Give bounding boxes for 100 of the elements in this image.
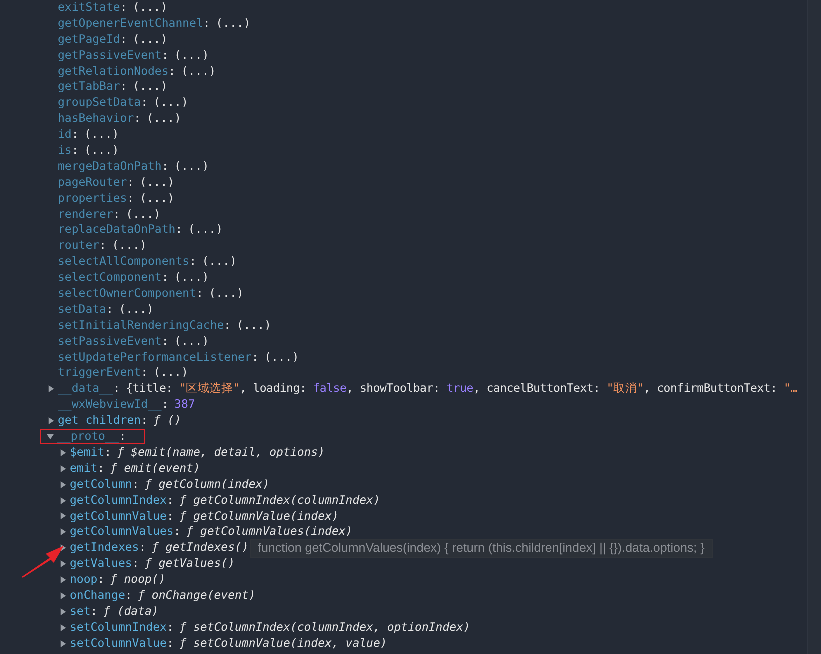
property-name[interactable]: setInitialRenderingCache [58,318,224,334]
property-value[interactable]: (...) [154,365,188,382]
property-value[interactable]: (...) [84,143,120,159]
property-name[interactable]: replaceDataOnPath [58,222,176,238]
property-value[interactable]: (...) [126,206,161,222]
separator: : [100,238,106,254]
property-name[interactable]: selectComponent [58,270,162,286]
expand-arrow-icon[interactable] [48,385,55,394]
property-name[interactable]: hasBehavior [58,111,134,128]
separator: : [190,254,196,270]
property-name[interactable]: get children [58,413,142,430]
separator: : [119,429,126,445]
expand-arrow-icon[interactable] [60,624,67,632]
property-name[interactable]: noop [70,572,98,588]
separator: : [132,476,140,493]
expand-arrow-icon[interactable] [60,592,67,600]
property-name[interactable]: getRelationNodes [58,64,169,80]
property-name[interactable]: setData [58,302,106,318]
property-name[interactable]: renderer [58,206,114,222]
property-name[interactable]: onChange [70,588,126,604]
property-value[interactable]: (...) [174,334,210,350]
property-name[interactable]: getColumnValue [70,508,167,524]
property-name[interactable]: selectOwnerComponent [58,286,196,302]
property-value[interactable]: (...) [236,318,272,334]
expand-arrow-icon[interactable] [60,512,67,520]
function-signature: ƒ getColumnValue(index) [180,508,339,524]
property-name[interactable]: __proto__ [57,429,120,445]
property-name[interactable]: emit [70,460,98,477]
property-name[interactable]: __data__ [58,381,114,398]
expand-arrow-icon[interactable] [60,496,67,505]
property-value[interactable]: (...) [174,158,210,175]
separator: : [141,365,148,382]
property-value[interactable]: (...) [133,79,168,96]
property-name[interactable]: selectAllComponents [58,254,190,270]
property-value[interactable]: (...) [119,302,154,318]
property-value[interactable]: (...) [188,222,224,238]
property-name[interactable]: setColumnIndex [70,620,167,636]
separator: : [166,636,174,652]
expand-arrow-icon[interactable] [60,480,67,489]
property-name[interactable]: pageRouter [58,174,128,191]
property-name[interactable]: getColumnValues [70,524,174,540]
object-preview: {title: "区域选择", loading: false, showToolbar: true, cancelButtonText: "取消", confirmButtonText: "… [126,381,798,398]
property-value[interactable]: (...) [264,350,300,366]
property-name[interactable]: triggerEvent [58,365,142,382]
property-name[interactable]: id [58,127,72,144]
property-value[interactable]: (...) [133,0,168,16]
property-name[interactable]: getPageId [58,32,120,48]
separator: : [224,318,232,334]
property-name[interactable]: __wxWebviewId__ [58,397,162,414]
property-name[interactable]: router [58,238,100,254]
property-value[interactable]: (...) [140,174,175,191]
property-name[interactable]: $emit [70,444,105,461]
property-name[interactable]: getValues [70,556,132,572]
separator: : [203,16,210,32]
expand-arrow-icon[interactable] [60,576,67,584]
function-signature: ƒ noop() [110,572,166,588]
separator: : [72,143,79,159]
separator: : [104,444,112,461]
property-value[interactable]: (...) [133,32,168,48]
property-name[interactable]: getIndexes [70,540,140,556]
expand-arrow-icon[interactable] [60,640,67,648]
property-value[interactable]: (...) [174,270,210,286]
property-name[interactable]: setPassiveEvent [58,334,162,350]
expand-arrow-icon[interactable] [60,464,67,473]
property-name[interactable]: set [70,604,91,620]
property-name[interactable]: getColumn [70,476,132,493]
property-value[interactable]: (...) [202,254,237,270]
property-value[interactable]: (...) [174,48,210,64]
expand-arrow-icon[interactable] [60,608,67,616]
property-value[interactable]: (...) [209,286,244,302]
property-name[interactable]: getPassiveEvent [58,48,162,64]
separator: : [113,381,120,398]
property-name[interactable]: mergeDataOnPath [58,158,162,175]
expand-arrow-icon[interactable] [47,432,54,441]
property-name[interactable]: is [58,143,72,159]
property-name[interactable]: getTabBar [58,79,120,96]
separator: : [127,190,134,207]
property-value[interactable]: (...) [140,190,175,207]
property-name[interactable]: getOpenerEventChannel [58,16,204,32]
property-value[interactable]: (...) [112,238,147,254]
property-name[interactable]: exitState [58,0,120,16]
property-value[interactable]: (...) [154,95,188,112]
tooltip: function getColumnValues(index) { return (this.children[index] || {}).data.options; } [250,539,713,558]
expand-arrow-icon[interactable] [48,417,55,426]
property-name[interactable]: setColumnValue [70,636,167,652]
expand-arrow-icon[interactable] [60,528,67,536]
property-name[interactable]: getColumnIndex [70,492,167,509]
property-value[interactable]: (...) [84,127,120,144]
property-value[interactable]: (...) [181,64,216,80]
property-name[interactable]: groupSetData [58,95,142,112]
separator: : [162,158,169,175]
property-name[interactable]: properties [58,190,128,207]
property-value[interactable]: (...) [146,111,182,128]
property-name[interactable]: setUpdatePerformanceListener [58,350,252,366]
separator: : [196,286,204,302]
expand-arrow-icon[interactable] [60,448,67,457]
property-value[interactable]: (...) [216,16,251,32]
function-signature: ƒ setColumnIndex(columnIndex, optionIndex) [180,620,470,636]
separator: : [174,524,181,540]
expand-arrow-icon[interactable] [60,560,67,568]
